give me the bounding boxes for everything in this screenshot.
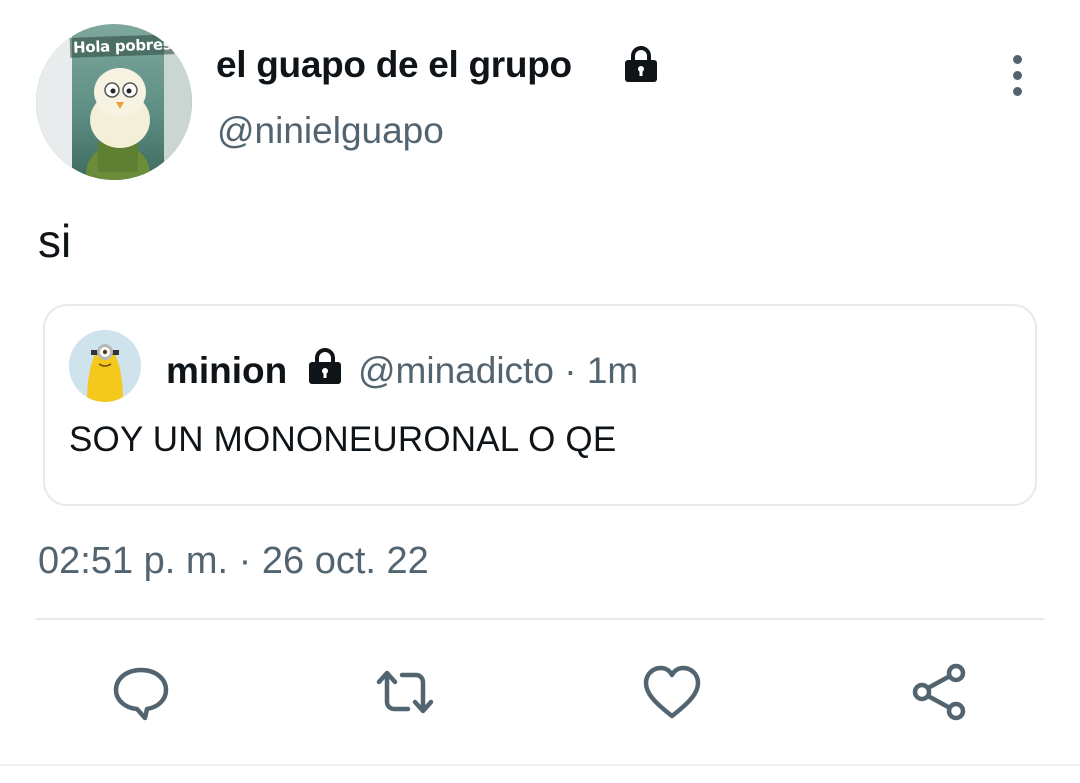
tweet-text: si — [38, 215, 72, 267]
lock-icon — [625, 46, 657, 82]
bottom-divider — [0, 764, 1080, 766]
author-username[interactable]: @ninielguapo — [217, 110, 444, 152]
dot-icon — [1012, 86, 1022, 96]
dot-icon — [1012, 54, 1022, 64]
quoted-display-name: minion — [166, 350, 288, 391]
share-icon — [912, 663, 966, 721]
quoted-age: 1m — [586, 350, 639, 391]
minion-image — [69, 330, 141, 402]
quoted-author-avatar[interactable] — [69, 330, 141, 402]
share-button[interactable] — [908, 660, 972, 724]
divider — [36, 618, 1044, 620]
tweet-header: Hola pobres el guapo de el grupo @niniel… — [0, 0, 1080, 200]
avatar-caption: Hola pobres — [69, 34, 175, 58]
quoted-tweet-text: SOY UN MONONEURONAL O QE — [69, 420, 617, 459]
quoted-tweet-card[interactable]: minion @minadicto · 1m SOY UN MONONEURON… — [43, 304, 1037, 506]
meta-separator: · — [564, 350, 577, 391]
reply-button[interactable] — [109, 660, 173, 724]
retweet-icon — [376, 670, 434, 714]
quoted-username: @minadicto — [358, 350, 554, 391]
more-options-button[interactable] — [992, 50, 1042, 100]
lock-icon — [309, 348, 341, 384]
retweet-button[interactable] — [373, 660, 437, 724]
tweet-timestamp[interactable]: 02:51 p. m. · 26 oct. 22 — [38, 540, 429, 583]
heart-icon — [643, 665, 701, 719]
like-button[interactable] — [640, 660, 704, 724]
author-avatar[interactable]: Hola pobres — [36, 24, 192, 180]
speech-bubble-icon — [113, 667, 169, 721]
dot-icon — [1012, 70, 1022, 80]
author-display-name[interactable]: el guapo de el grupo — [216, 44, 572, 86]
quoted-meta: @minadicto · 1m — [358, 350, 638, 392]
